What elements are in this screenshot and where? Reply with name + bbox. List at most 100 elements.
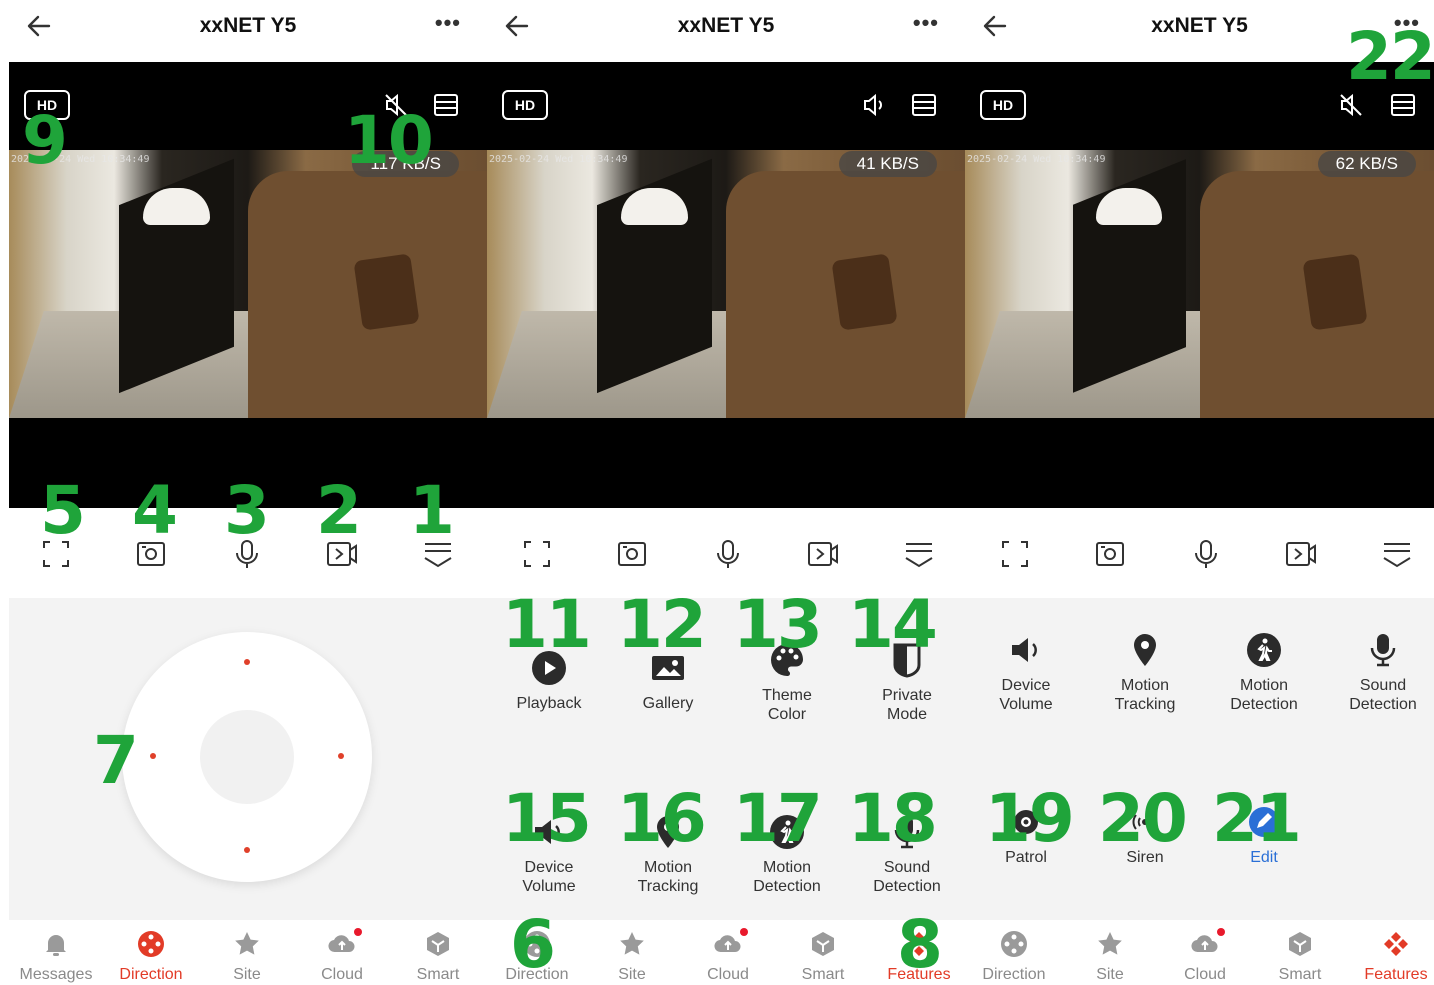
cube-icon — [1289, 932, 1311, 956]
annotation-6: 6 — [510, 906, 556, 983]
cube-icon — [427, 932, 449, 956]
feature-sound-detection[interactable]: Sound Detection — [1323, 632, 1434, 714]
hd-quality-button[interactable]: HD — [980, 90, 1026, 120]
nav-features[interactable]: Features — [1348, 930, 1434, 984]
direction-icon — [138, 931, 164, 957]
record-icon[interactable] — [1285, 538, 1317, 570]
video-timestamp: 2025-02-24 Wed 10:34:49 — [489, 154, 628, 165]
bell-icon — [46, 935, 66, 956]
bottom-nav: Direction Site Cloud Smart Features — [487, 920, 965, 985]
annotation-4: 4 — [132, 472, 178, 549]
notification-dot — [354, 928, 362, 936]
nav-cloud[interactable]: Cloud — [1157, 928, 1253, 984]
annotation-8: 8 — [897, 906, 943, 983]
nav-cloud[interactable]: Cloud — [294, 928, 390, 984]
microphone-icon — [1370, 634, 1396, 667]
page-title: xxNET Y5 — [199, 14, 297, 37]
annotation-17: 17 — [733, 780, 823, 857]
header: xxNET Y5 ••• — [487, 0, 965, 62]
direction-icon — [1001, 931, 1027, 957]
feature-device-volume[interactable]: Device Volume — [966, 632, 1086, 714]
expand-icon[interactable] — [1381, 538, 1413, 570]
annotation-20: 20 — [1098, 780, 1188, 857]
nav-direction[interactable]: Direction — [103, 930, 199, 984]
annotation-16: 16 — [617, 780, 707, 857]
annotation-21: 21 — [1212, 780, 1302, 857]
annotation-15: 15 — [502, 780, 592, 857]
video-toolbar — [965, 508, 1434, 598]
volume-icon — [1012, 638, 1037, 662]
more-options-icon[interactable]: ••• — [435, 10, 461, 36]
split-screen-icon[interactable] — [1390, 93, 1416, 117]
star-icon — [1098, 932, 1122, 955]
annotation-9: 9 — [22, 102, 68, 179]
annotation-14: 14 — [848, 586, 938, 663]
nav-messages[interactable]: Messages — [9, 930, 104, 984]
page-title: xxNET Y5 — [677, 14, 775, 37]
fullscreen-icon[interactable] — [521, 538, 553, 570]
camera-feed: 2025-02-24 Wed 10:34:49 41 KB/S — [487, 150, 965, 418]
nav-smart[interactable]: Smart — [1252, 930, 1348, 984]
bitrate-badge: 41 KB/S — [838, 151, 937, 177]
live-video[interactable]: HD 2025-02-24 Wed 10:34:49 41 KB/S — [487, 62, 965, 508]
annotation-7: 7 — [93, 722, 139, 799]
cloud-icon — [714, 935, 741, 953]
nav-smart[interactable]: Smart — [390, 930, 486, 984]
speaker-muted-icon[interactable] — [1338, 92, 1364, 118]
annotation-22: 22 — [1346, 18, 1434, 95]
fullscreen-icon[interactable] — [999, 538, 1031, 570]
split-screen-icon[interactable] — [433, 93, 459, 117]
features-icon — [1384, 932, 1408, 956]
nav-site[interactable]: Site — [199, 930, 295, 984]
bottom-nav: Direction Site Cloud Smart Features — [965, 920, 1434, 985]
notification-dot — [740, 928, 748, 936]
live-video[interactable]: HD 2025-02-24 Wed 10:34:49 62 KB/S — [965, 62, 1434, 508]
pan-left-icon[interactable] — [150, 753, 156, 759]
annotation-11: 11 — [502, 586, 592, 663]
speaker-on-icon[interactable] — [861, 92, 887, 118]
microphone-icon[interactable] — [712, 538, 744, 570]
annotation-2: 2 — [316, 472, 362, 549]
location-pin-icon — [1134, 634, 1156, 666]
nav-cloud[interactable]: Cloud — [680, 928, 776, 984]
annotation-1: 1 — [409, 472, 455, 549]
annotation-12: 12 — [617, 586, 707, 663]
expand-icon[interactable] — [903, 538, 935, 570]
star-icon — [620, 932, 644, 955]
cloud-icon — [328, 935, 355, 953]
screenshot-icon[interactable] — [616, 538, 648, 570]
direction-pad-center[interactable] — [200, 710, 294, 804]
cube-icon — [812, 932, 834, 956]
pan-down-icon[interactable] — [244, 847, 250, 853]
annotation-18: 18 — [848, 780, 938, 857]
feature-motion-detection[interactable]: Motion Detection — [1204, 632, 1324, 714]
bottom-nav: Messages Direction Site Cloud Smart — [9, 920, 487, 985]
split-screen-icon[interactable] — [911, 93, 937, 117]
header: xxNET Y5 ••• — [9, 0, 487, 62]
nav-site[interactable]: Site — [1062, 930, 1158, 984]
features-grid: Device Volume Motion Tracking Motion Det… — [965, 598, 1434, 920]
annotation-3: 3 — [224, 472, 270, 549]
nav-smart[interactable]: Smart — [775, 930, 871, 984]
annotation-5: 5 — [40, 472, 86, 549]
screenshot-icon[interactable] — [1094, 538, 1126, 570]
pan-right-icon[interactable] — [338, 753, 344, 759]
bitrate-badge: 62 KB/S — [1317, 151, 1416, 177]
nav-site[interactable]: Site — [584, 930, 680, 984]
more-options-icon[interactable]: ••• — [913, 10, 939, 36]
annotation-13: 13 — [733, 586, 823, 663]
cloud-icon — [1191, 935, 1218, 953]
camera-feed: 2025-02-24 Wed 10:34:49 62 KB/S — [965, 150, 1434, 418]
microphone-icon[interactable] — [1190, 538, 1222, 570]
hd-quality-button[interactable]: HD — [502, 90, 548, 120]
direction-pad[interactable] — [122, 632, 372, 882]
notification-dot — [1217, 928, 1225, 936]
feature-motion-tracking[interactable]: Motion Tracking — [1085, 632, 1205, 714]
nav-direction[interactable]: Direction — [966, 930, 1062, 984]
pan-up-icon[interactable] — [244, 659, 250, 665]
record-icon[interactable] — [807, 538, 839, 570]
video-toolbar — [487, 508, 965, 598]
walking-person-icon — [1247, 633, 1281, 667]
video-timestamp: 2025-02-24 Wed 10:34:49 — [967, 154, 1106, 165]
camera-feed: 2025-02-24 Wed 10:34:49 117 KB/S — [9, 150, 487, 418]
